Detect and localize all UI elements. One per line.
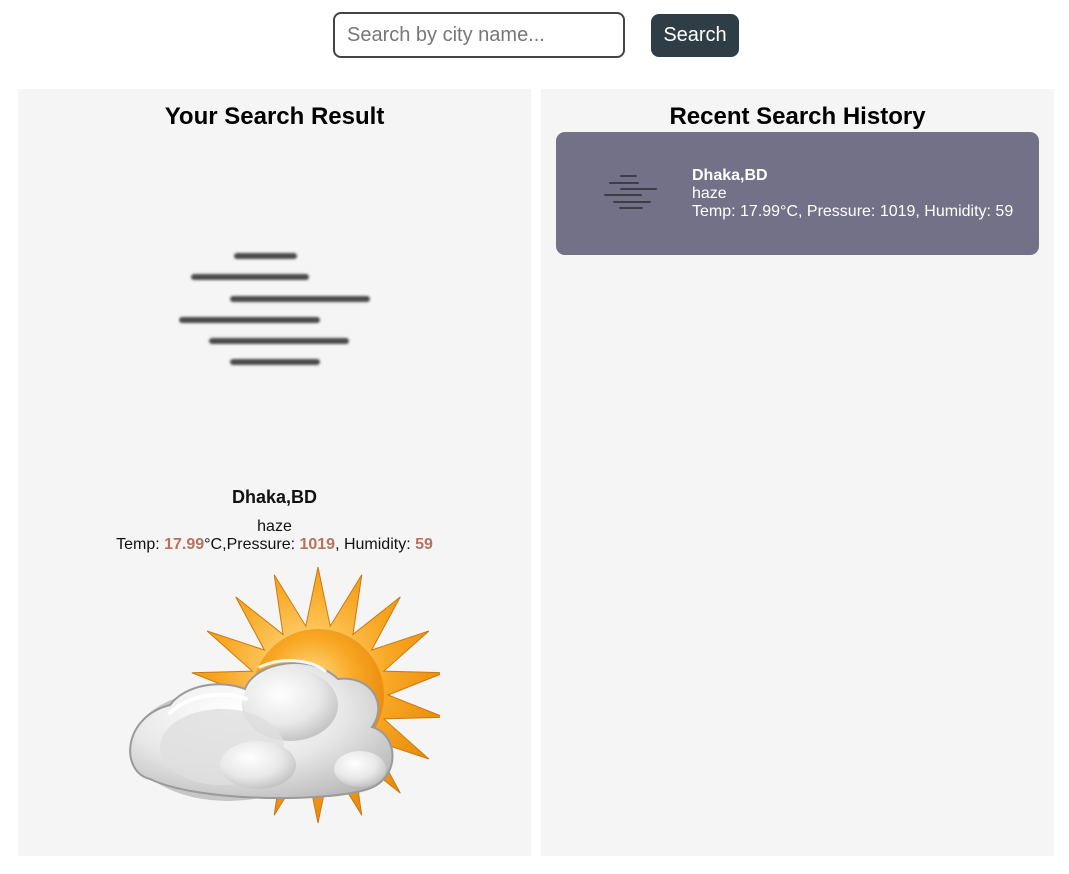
haze-icon <box>604 175 657 209</box>
temp-unit: °C, <box>204 536 227 553</box>
haze-icon <box>179 253 370 365</box>
history-item-text: Dhaka,BD haze Temp: 17.99°C, Pressure: 1… <box>692 167 1013 221</box>
humidity-label: , Humidity: <box>335 536 416 553</box>
history-item[interactable]: Dhaka,BD haze Temp: 17.99°C, Pressure: 1… <box>556 132 1039 255</box>
history-item-condition: haze <box>692 185 727 202</box>
result-panel-title: Your Search Result <box>164 103 385 130</box>
pressure-label: Pressure: <box>226 536 300 553</box>
sun-behind-cloud-icon <box>129 567 440 824</box>
result-stats: Temp: 17.99°C,Pressure: 1019, Humidity: … <box>18 536 531 554</box>
pressure-value: 1019 <box>299 536 336 553</box>
history-item-details: Temp: 17.99°C, Pressure: 1019, Humidity:… <box>692 203 1014 220</box>
temp-value: 17.99 <box>164 536 205 553</box>
result-city: Dhaka,BD <box>231 487 318 507</box>
search-button[interactable]: Search <box>651 14 739 57</box>
history-item-city: Dhaka,BD <box>692 167 768 184</box>
history-panel-title: Recent Search History <box>669 103 926 130</box>
search-input[interactable] <box>333 12 625 58</box>
search-history-panel: Recent Search History Dhaka,BD haze Temp… <box>541 89 1054 856</box>
humidity-value: 59 <box>415 536 433 553</box>
temp-label: Temp: <box>116 536 165 553</box>
search-bar: Search <box>0 0 1069 80</box>
result-condition: haze <box>257 518 292 535</box>
search-result-panel: Your Search Result Dhaka,BD haze Temp: 1… <box>18 89 531 856</box>
